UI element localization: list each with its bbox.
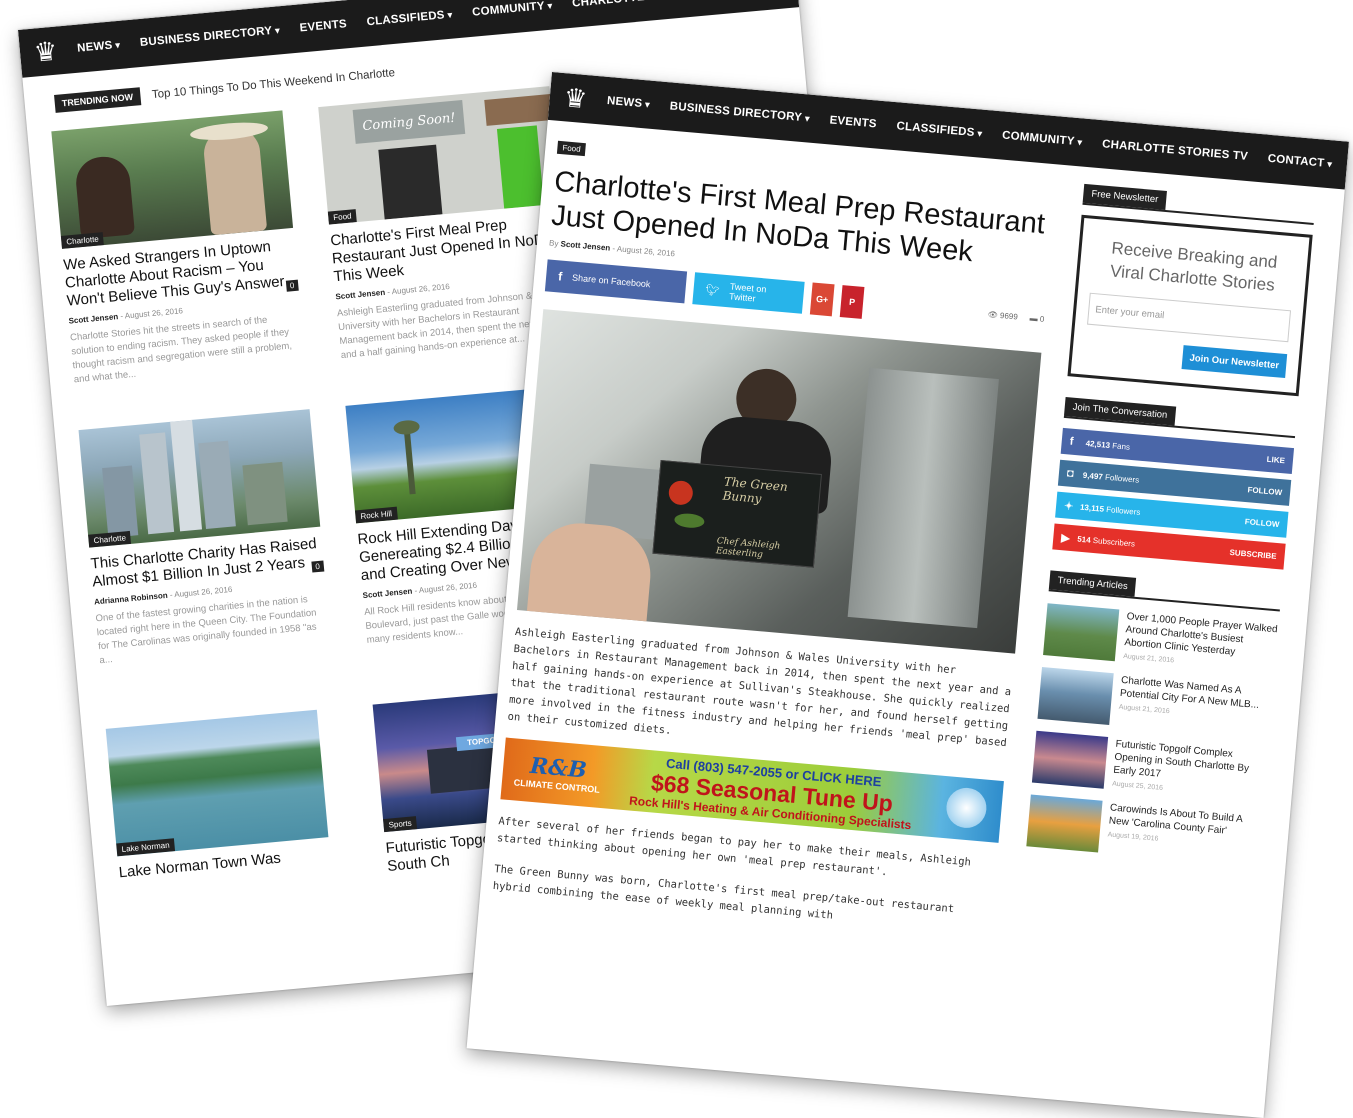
share-facebook-button[interactable]: f Share on Facebook <box>544 259 688 304</box>
trending-thumbnail[interactable] <box>1037 666 1114 726</box>
category-tag[interactable]: Rock Hill <box>354 506 398 524</box>
category-tag[interactable]: Lake Norman <box>116 838 176 857</box>
article-date: August 26, 2016 <box>124 306 184 321</box>
business-card: The Green Bunny Chef Ashleigh Easterling <box>652 459 822 568</box>
by-label: By <box>548 238 559 249</box>
trending-now-link[interactable]: Top 10 Things To Do This Weekend In Char… <box>151 67 395 101</box>
trending-thumbnail[interactable] <box>1026 794 1103 853</box>
nav-contact[interactable]: CONTACT ▾ <box>1267 153 1332 171</box>
twitter-follow-button[interactable]: FOLLOW <box>1244 517 1279 529</box>
article-date: August 26, 2016 <box>391 281 451 297</box>
author-name[interactable]: Adrianna Robinson <box>94 591 168 607</box>
article-thumbnail[interactable]: Charlotte <box>51 110 294 249</box>
newsletter-title: Free Newsletter <box>1082 183 1168 210</box>
twitter-icon: 🐦︎ <box>705 283 721 297</box>
share-twitter-button[interactable]: 🐦︎ Tweet on Twitter <box>692 272 805 314</box>
author-name[interactable]: Scott Jensen <box>362 587 412 600</box>
trending-now-label: TRENDING NOW <box>54 87 141 113</box>
nav-classifieds[interactable]: CLASSIFIEDS ▾ <box>366 9 453 28</box>
twitter-icon: ✦ <box>1063 499 1074 513</box>
author-name[interactable]: Scott Jensen <box>335 288 385 301</box>
ad-logo: R&B CLIMATE CONTROL <box>500 738 615 809</box>
google-plus-icon: G+ <box>815 293 829 305</box>
nav-charlotte-stories-tv[interactable]: CHARLOTTE STORIES TV <box>1102 138 1249 163</box>
newsletter-heading: Receive Breaking and Viral Charlotte Sto… <box>1109 238 1279 295</box>
comments-count[interactable]: ▬ 0 <box>1029 313 1044 323</box>
sidebar: Free Newsletter Receive Breaking and Vir… <box>1026 182 1316 867</box>
business-card-name: The Green Bunny <box>722 474 789 506</box>
nav-classifieds[interactable]: CLASSIFIEDS ▾ <box>896 120 983 139</box>
ad-copy: Call (803) 547-2055 or CLICK HERE $68 Se… <box>610 751 934 834</box>
views-count: 👁︎ 9699 <box>987 309 1019 322</box>
trending-thumbnail[interactable] <box>1031 730 1109 789</box>
share-facebook-label: Share on Facebook <box>571 272 651 290</box>
share-google-plus-button[interactable]: G+ <box>809 282 835 317</box>
trending-thumbnail[interactable] <box>1043 603 1120 662</box>
nav-events[interactable]: EVENTS <box>299 18 347 34</box>
snowflake-icon <box>929 775 1004 843</box>
instagram-icon: ◘ <box>1066 467 1075 480</box>
coming-soon-sign: Coming Soon! <box>352 100 466 144</box>
top-navbar: ♛ NEWS ▾ BUSINESS DIRECTORY ▾ EVENTS CLASS… <box>18 0 800 78</box>
nav-business-directory[interactable]: BUSINESS DIRECTORY ▾ <box>139 24 280 49</box>
article-thumbnail[interactable]: Coming Soon! Food <box>318 86 560 225</box>
article-stats: 👁︎ 9699 ▬ 0 <box>987 309 1044 323</box>
trending-article[interactable]: Carowinds Is About To Build A New 'Carol… <box>1026 794 1262 866</box>
email-placeholder: Enter your email <box>1094 303 1165 321</box>
pinterest-icon: P <box>848 296 856 308</box>
join-newsletter-button[interactable]: Join Our Newsletter <box>1181 345 1288 379</box>
youtube-subscribe-button[interactable]: SUBSCRIBE <box>1229 547 1277 560</box>
trending-articles-title: Trending Articles <box>1048 570 1137 597</box>
nav-news[interactable]: NEWS ▾ <box>606 95 650 111</box>
trending-article[interactable]: Futuristic Topgolf Complex Opening in So… <box>1031 730 1268 803</box>
comment-count-badge[interactable]: 0 <box>310 560 325 573</box>
article-date: August 26, 2016 <box>418 580 478 595</box>
category-tag[interactable]: Food <box>327 209 358 225</box>
article-card[interactable]: Lake Norman Lake Norman Town Was <box>105 709 331 883</box>
article-card[interactable]: Charlotte This Charlotte Charity Has Rai… <box>78 409 332 668</box>
youtube-icon: ▶ <box>1060 531 1071 545</box>
article-date: August 26, 2016 <box>616 244 676 259</box>
email-input[interactable]: Enter your email <box>1087 292 1292 343</box>
crown-icon[interactable]: ♛ <box>562 80 589 116</box>
article-main: Food Charlotte's First Meal Prep Restaur… <box>492 137 1056 939</box>
business-card-signature: Chef Ashleigh Easterling <box>715 536 781 561</box>
crown-icon[interactable]: ♛ <box>33 34 59 70</box>
category-tag[interactable]: Sports <box>383 816 418 833</box>
trending-article[interactable]: Charlotte Was Named As A Potential City … <box>1037 666 1273 739</box>
nav-business-directory[interactable]: BUSINESS DIRECTORY ▾ <box>669 100 810 124</box>
nav-news[interactable]: NEWS ▾ <box>77 39 121 55</box>
article-thumbnail[interactable]: Lake Norman <box>105 709 329 857</box>
author-name[interactable]: Scott Jensen <box>560 239 610 252</box>
category-tag[interactable]: Food <box>556 140 587 157</box>
category-tag[interactable]: Charlotte <box>60 232 105 249</box>
newsletter-box: Receive Breaking and Viral Charlotte Sto… <box>1067 214 1313 397</box>
category-tag[interactable]: Charlotte <box>88 530 132 548</box>
author-name[interactable]: Scott Jensen <box>68 312 118 325</box>
article-title: Charlotte's First Meal Prep Restaurant J… <box>550 165 1047 269</box>
nav-charlotte-stories-tv[interactable]: CHARLOTTE STORIES TV <box>572 0 719 10</box>
share-pinterest-button[interactable]: P <box>839 285 865 319</box>
comment-count-badge[interactable]: 0 <box>285 279 299 292</box>
conversation-title: Join The Conversation <box>1063 397 1177 426</box>
facebook-like-button[interactable]: LIKE <box>1266 454 1285 465</box>
nav-events[interactable]: EVENTS <box>829 114 877 130</box>
eye-icon: 👁︎ <box>987 309 999 320</box>
article-page-screenshot: ♛ NEWS ▾ BUSINESS DIRECTORY ▾ EVENTS CLASS… <box>466 72 1349 1118</box>
article-thumbnail[interactable]: Charlotte <box>78 409 321 548</box>
nav-community[interactable]: COMMUNITY ▾ <box>472 0 553 19</box>
article-card[interactable]: Charlotte We Asked Strangers In Uptown C… <box>51 110 305 387</box>
share-twitter-label: Tweet on Twitter <box>728 281 767 304</box>
facebook-icon: f <box>1069 435 1074 448</box>
article-date: August 26, 2016 <box>173 584 233 600</box>
nav-community[interactable]: COMMUNITY ▾ <box>1002 129 1083 148</box>
facebook-icon: f <box>557 269 563 284</box>
trending-articles-header: Trending Articles <box>1048 569 1282 612</box>
instagram-follow-button[interactable]: FOLLOW <box>1247 485 1282 497</box>
featured-image: The Green Bunny Chef Ashleigh Easterling <box>516 309 1042 654</box>
comment-icon: ▬ <box>1029 313 1039 323</box>
trending-article[interactable]: Over 1,000 People Prayer Walked Around C… <box>1043 603 1279 675</box>
